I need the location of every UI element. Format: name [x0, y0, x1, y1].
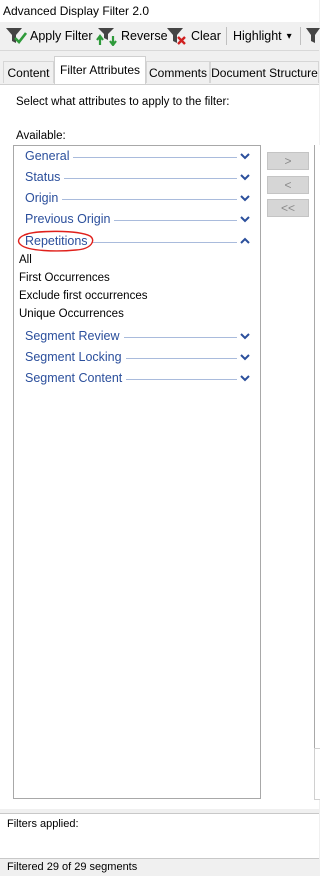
chevron-down-icon[interactable] — [239, 330, 251, 342]
overflow-tool-button[interactable] — [305, 25, 320, 47]
group-label: Segment Content — [25, 371, 127, 385]
group-label: Status — [25, 170, 65, 184]
dropdown-caret-icon: ▾ — [286, 30, 292, 42]
chevron-down-icon[interactable] — [239, 213, 251, 225]
tab-content[interactable]: Content — [3, 61, 54, 83]
chevron-down-icon[interactable] — [239, 372, 251, 384]
group-label: Origin — [25, 191, 63, 205]
group-label: General — [25, 149, 74, 163]
annotation-circle — [17, 230, 94, 252]
selected-attributes-box — [314, 748, 320, 800]
apply-filter-label: Apply Filter — [30, 29, 93, 43]
clear-label: Clear — [191, 29, 221, 43]
window-title: Advanced Display Filter 2.0 — [3, 4, 150, 18]
chevron-down-icon[interactable] — [239, 351, 251, 363]
list-item-exclude-first-occurrences[interactable]: Exclude first occurrences — [19, 290, 147, 302]
group-label: Previous Origin — [25, 212, 115, 226]
group-segment-locking[interactable]: Segment Locking — [25, 350, 255, 366]
group-status[interactable]: Status — [25, 170, 255, 186]
add-attribute-button[interactable]: > — [267, 152, 309, 170]
available-label: Available: — [16, 130, 66, 142]
tab-filter-attributes[interactable]: Filter Attributes — [54, 56, 146, 84]
list-item-unique-occurrences[interactable]: Unique Occurrences — [19, 308, 124, 320]
group-previous-origin[interactable]: Previous Origin — [25, 212, 255, 228]
title-bar: Advanced Display Filter 2.0 — [0, 0, 319, 22]
group-origin[interactable]: Origin — [25, 191, 255, 207]
status-text: Filtered 29 of 29 segments — [7, 861, 138, 873]
clear-button[interactable]: Clear — [166, 25, 221, 47]
remove-attribute-button[interactable]: < — [267, 176, 309, 194]
chevron-down-icon[interactable] — [239, 192, 251, 204]
group-label: Segment Review — [25, 329, 124, 343]
reverse-arrows-icon — [96, 28, 117, 46]
chevron-down-icon[interactable] — [239, 171, 251, 183]
tab-strip: Content Filter Attributes Comments Docum… — [0, 56, 319, 84]
funnel-clear-icon — [167, 28, 186, 45]
remove-all-button[interactable]: << — [267, 199, 309, 217]
reverse-button[interactable]: Reverse — [96, 25, 168, 47]
selected-attributes-list[interactable] — [314, 145, 320, 799]
funnel-check-icon — [6, 28, 27, 44]
highlight-label: Highlight — [233, 29, 282, 43]
filters-applied-label: Filters applied: — [7, 818, 79, 830]
funnel-icon — [306, 28, 320, 43]
group-segment-content[interactable]: Segment Content — [25, 371, 255, 387]
highlight-dropdown[interactable]: Highlight ▾ — [233, 25, 292, 47]
tab-comments[interactable]: Comments — [146, 61, 210, 83]
group-general[interactable]: General — [25, 149, 255, 165]
chevron-down-icon[interactable] — [239, 150, 251, 162]
instruction-text: Select what attributes to apply to the f… — [16, 96, 230, 108]
toolbar-separator — [226, 27, 227, 45]
group-segment-review[interactable]: Segment Review — [25, 329, 255, 345]
toolbar: Apply Filter Reverse Clear Highlight ▾ — [0, 22, 320, 51]
group-label: Segment Locking — [25, 350, 126, 364]
list-item-first-occurrences[interactable]: First Occurrences — [19, 272, 110, 284]
tab-document-structure[interactable]: Document Structure — [210, 61, 319, 83]
list-item-all[interactable]: All — [19, 254, 32, 266]
reverse-label: Reverse — [121, 29, 168, 43]
toolbar-separator — [300, 27, 301, 45]
chevron-up-icon[interactable] — [239, 235, 251, 247]
apply-filter-button[interactable]: Apply Filter — [5, 25, 93, 47]
